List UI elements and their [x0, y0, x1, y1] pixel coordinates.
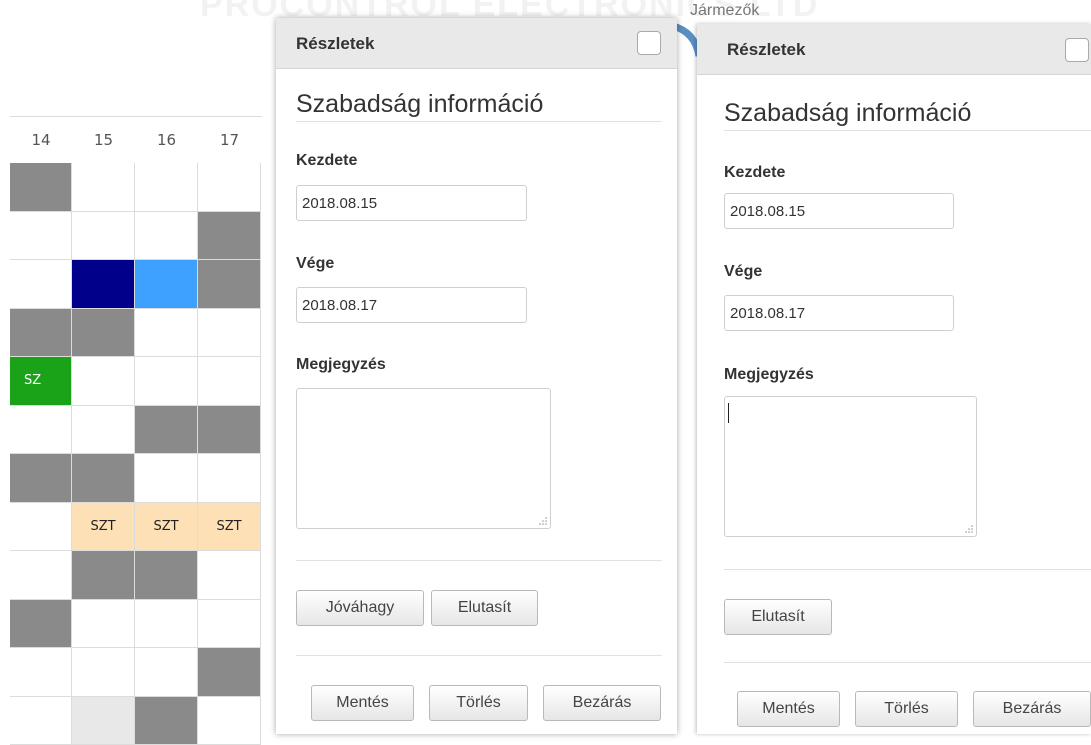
- calendar-cell[interactable]: [135, 406, 198, 455]
- calendar-cell[interactable]: SZT: [135, 503, 198, 552]
- form-divider: [724, 569, 1091, 570]
- footer-divider: [296, 655, 662, 656]
- save-button[interactable]: Mentés: [737, 691, 840, 727]
- calendar-cell[interactable]: [135, 697, 198, 745]
- calendar-cell[interactable]: [10, 212, 72, 261]
- calendar-cell[interactable]: [135, 260, 198, 309]
- calendar-cell[interactable]: [72, 260, 135, 309]
- start-date-input[interactable]: 2018.08.15: [296, 185, 527, 221]
- calendar-cell[interactable]: [135, 212, 198, 261]
- calendar-cell[interactable]: [10, 454, 72, 503]
- reject-button[interactable]: Elutasít: [724, 599, 832, 635]
- day-header-14: 14: [10, 116, 72, 163]
- form-divider: [296, 560, 662, 561]
- calendar-cell[interactable]: [135, 309, 198, 358]
- dialog-header: Részletek: [697, 24, 1091, 75]
- calendar-cell[interactable]: [10, 406, 72, 455]
- calendar-cell[interactable]: [198, 357, 261, 406]
- calendar-cell[interactable]: [135, 357, 198, 406]
- end-date-input[interactable]: 2018.08.17: [296, 287, 527, 323]
- delete-button[interactable]: Törlés: [855, 691, 958, 727]
- calendar-cell[interactable]: [198, 260, 261, 309]
- calendar-cell[interactable]: [10, 551, 72, 600]
- resize-handle-icon[interactable]: [539, 517, 547, 525]
- calendar-cell[interactable]: [10, 600, 72, 649]
- heading-divider: [724, 130, 1091, 131]
- start-date-label: Kezdete: [724, 164, 785, 182]
- calendar-cell[interactable]: [198, 309, 261, 358]
- calendar-cell[interactable]: [72, 551, 135, 600]
- end-date-label: Vége: [724, 263, 762, 281]
- calendar-cell[interactable]: [135, 648, 198, 697]
- day-header-16: 16: [135, 116, 198, 163]
- calendar-cell[interactable]: [10, 260, 72, 309]
- calendar-cell[interactable]: [72, 600, 135, 649]
- delete-button[interactable]: Törlés: [429, 685, 528, 721]
- background-partial-text: Jármezők: [690, 2, 759, 20]
- resize-handle-icon[interactable]: [965, 525, 973, 533]
- calendar-cell[interactable]: [72, 357, 135, 406]
- section-heading: Szabadság információ: [296, 90, 543, 119]
- calendar-cell[interactable]: [198, 697, 261, 745]
- close-button[interactable]: Bezárás: [973, 691, 1091, 727]
- calendar-cell[interactable]: SZT: [72, 503, 135, 552]
- start-date-input[interactable]: 2018.08.15: [724, 193, 954, 229]
- day-header-17: 17: [198, 116, 261, 163]
- details-dialog-reject: Részletek Szabadság információ Kezdete 2…: [697, 24, 1091, 734]
- calendar-cell[interactable]: [72, 212, 135, 261]
- calendar-cell[interactable]: [135, 454, 198, 503]
- section-heading: Szabadság információ: [724, 99, 971, 128]
- calendar-cell[interactable]: [198, 212, 261, 261]
- note-textarea[interactable]: [296, 388, 551, 529]
- calendar-cell[interactable]: [198, 163, 261, 212]
- reject-button[interactable]: Elutasít: [431, 590, 538, 626]
- dialog-title: Részletek: [727, 40, 805, 60]
- calendar-cell[interactable]: [72, 454, 135, 503]
- calendar-cell[interactable]: [135, 600, 198, 649]
- close-button[interactable]: Bezárás: [543, 685, 661, 721]
- calendar-cell[interactable]: [198, 600, 261, 649]
- start-date-label: Kezdete: [296, 152, 357, 170]
- calendar-cell[interactable]: SZT: [198, 503, 261, 552]
- calendar-cell[interactable]: [10, 648, 72, 697]
- dialog-close-box[interactable]: [1065, 38, 1089, 62]
- calendar-cell[interactable]: [72, 406, 135, 455]
- calendar-cell[interactable]: [72, 648, 135, 697]
- footer-divider: [724, 662, 1091, 663]
- calendar-cell[interactable]: [198, 648, 261, 697]
- calendar-cell[interactable]: [198, 454, 261, 503]
- calendar-cell[interactable]: [72, 309, 135, 358]
- calendar-cell[interactable]: [72, 697, 135, 745]
- note-label: Megjegyzés: [724, 366, 814, 384]
- calendar-cell[interactable]: [198, 551, 261, 600]
- note-label: Megjegyzés: [296, 356, 386, 374]
- calendar-cell[interactable]: SZ: [10, 357, 72, 406]
- calendar-cell[interactable]: [10, 503, 72, 552]
- end-date-label: Vége: [296, 255, 334, 273]
- calendar-cell[interactable]: [72, 163, 135, 212]
- dialog-title: Részletek: [296, 34, 374, 54]
- calendar-top-border: [10, 116, 262, 117]
- calendar-cell[interactable]: [198, 406, 261, 455]
- dialog-header: Részletek: [276, 18, 677, 69]
- end-date-input[interactable]: 2018.08.17: [724, 295, 954, 331]
- note-textarea[interactable]: [724, 396, 977, 537]
- calendar-cell[interactable]: [10, 697, 72, 745]
- heading-divider: [296, 121, 662, 122]
- dialog-close-box[interactable]: [637, 31, 661, 55]
- approve-button[interactable]: Jóváhagy: [296, 590, 424, 626]
- text-cursor: [728, 403, 729, 423]
- details-dialog-approve: Részletek Szabadság információ Kezdete 2…: [276, 18, 677, 734]
- calendar-cell[interactable]: [10, 163, 72, 212]
- calendar-cell[interactable]: [135, 551, 198, 600]
- save-button[interactable]: Mentés: [311, 685, 414, 721]
- calendar-cell[interactable]: [10, 309, 72, 358]
- calendar-cell[interactable]: [135, 163, 198, 212]
- day-header-15: 15: [72, 116, 135, 163]
